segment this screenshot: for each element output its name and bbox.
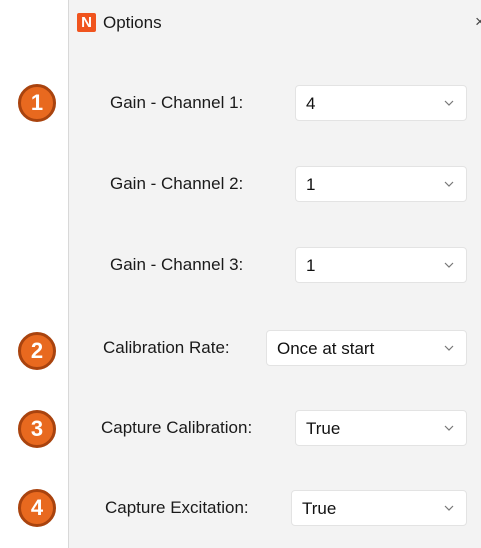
- gain-channel-2-select[interactable]: 1: [295, 166, 467, 202]
- capture-calibration-value: True: [306, 419, 341, 438]
- annotation-badge-3: 3: [18, 410, 56, 448]
- capture-excitation-select[interactable]: True: [291, 490, 467, 526]
- app-logo: N: [77, 13, 96, 32]
- gain-channel-3-row: Gain - Channel 3: 1: [69, 247, 481, 283]
- annotation-badge-4: 4: [18, 489, 56, 527]
- capture-calibration-label: Capture Calibration:: [101, 418, 253, 437]
- calibration-rate-label: Calibration Rate:: [103, 338, 230, 357]
- gain-channel-3-value: 1: [306, 256, 316, 275]
- gain-channel-3-select[interactable]: 1: [295, 247, 467, 283]
- calibration-rate-select[interactable]: Once at start: [266, 330, 467, 366]
- gain-channel-2-label: Gain - Channel 2:: [110, 174, 244, 193]
- chevron-down-icon: [444, 181, 454, 187]
- chevron-down-icon: [444, 425, 454, 431]
- gain-channel-1-value: 4: [306, 94, 316, 113]
- calibration-rate-row: Calibration Rate: Once at start: [69, 330, 481, 366]
- gain-channel-1-row: Gain - Channel 1: 4: [69, 85, 481, 121]
- window-title: Options: [103, 13, 162, 32]
- chevron-down-icon: [444, 345, 454, 351]
- capture-calibration-select[interactable]: True: [295, 410, 467, 446]
- capture-calibration-row: Capture Calibration: True: [69, 410, 481, 446]
- calibration-rate-value: Once at start: [277, 339, 375, 358]
- capture-excitation-value: True: [302, 499, 337, 518]
- annotation-badge-2: 2: [18, 332, 56, 370]
- capture-excitation-label: Capture Excitation:: [105, 498, 249, 517]
- gain-channel-3-label: Gain - Channel 3:: [110, 255, 244, 274]
- annotation-badge-1: 1: [18, 84, 56, 122]
- title-bar: N Options ×: [69, 0, 481, 46]
- chevron-down-icon: [444, 262, 454, 268]
- close-icon[interactable]: ×: [475, 12, 481, 32]
- options-dialog: N Options × Gain - Channel 1: 4 Gain - C…: [68, 0, 481, 548]
- page: 1 2 3 4 N Options × Gain - Channel 1: 4 …: [0, 0, 481, 548]
- gain-channel-1-select[interactable]: 4: [295, 85, 467, 121]
- chevron-down-icon: [444, 100, 454, 106]
- gain-channel-1-label: Gain - Channel 1:: [110, 93, 244, 112]
- gain-channel-2-row: Gain - Channel 2: 1: [69, 166, 481, 202]
- capture-excitation-row: Capture Excitation: True: [69, 490, 481, 526]
- chevron-down-icon: [444, 505, 454, 511]
- gain-channel-2-value: 1: [306, 175, 316, 194]
